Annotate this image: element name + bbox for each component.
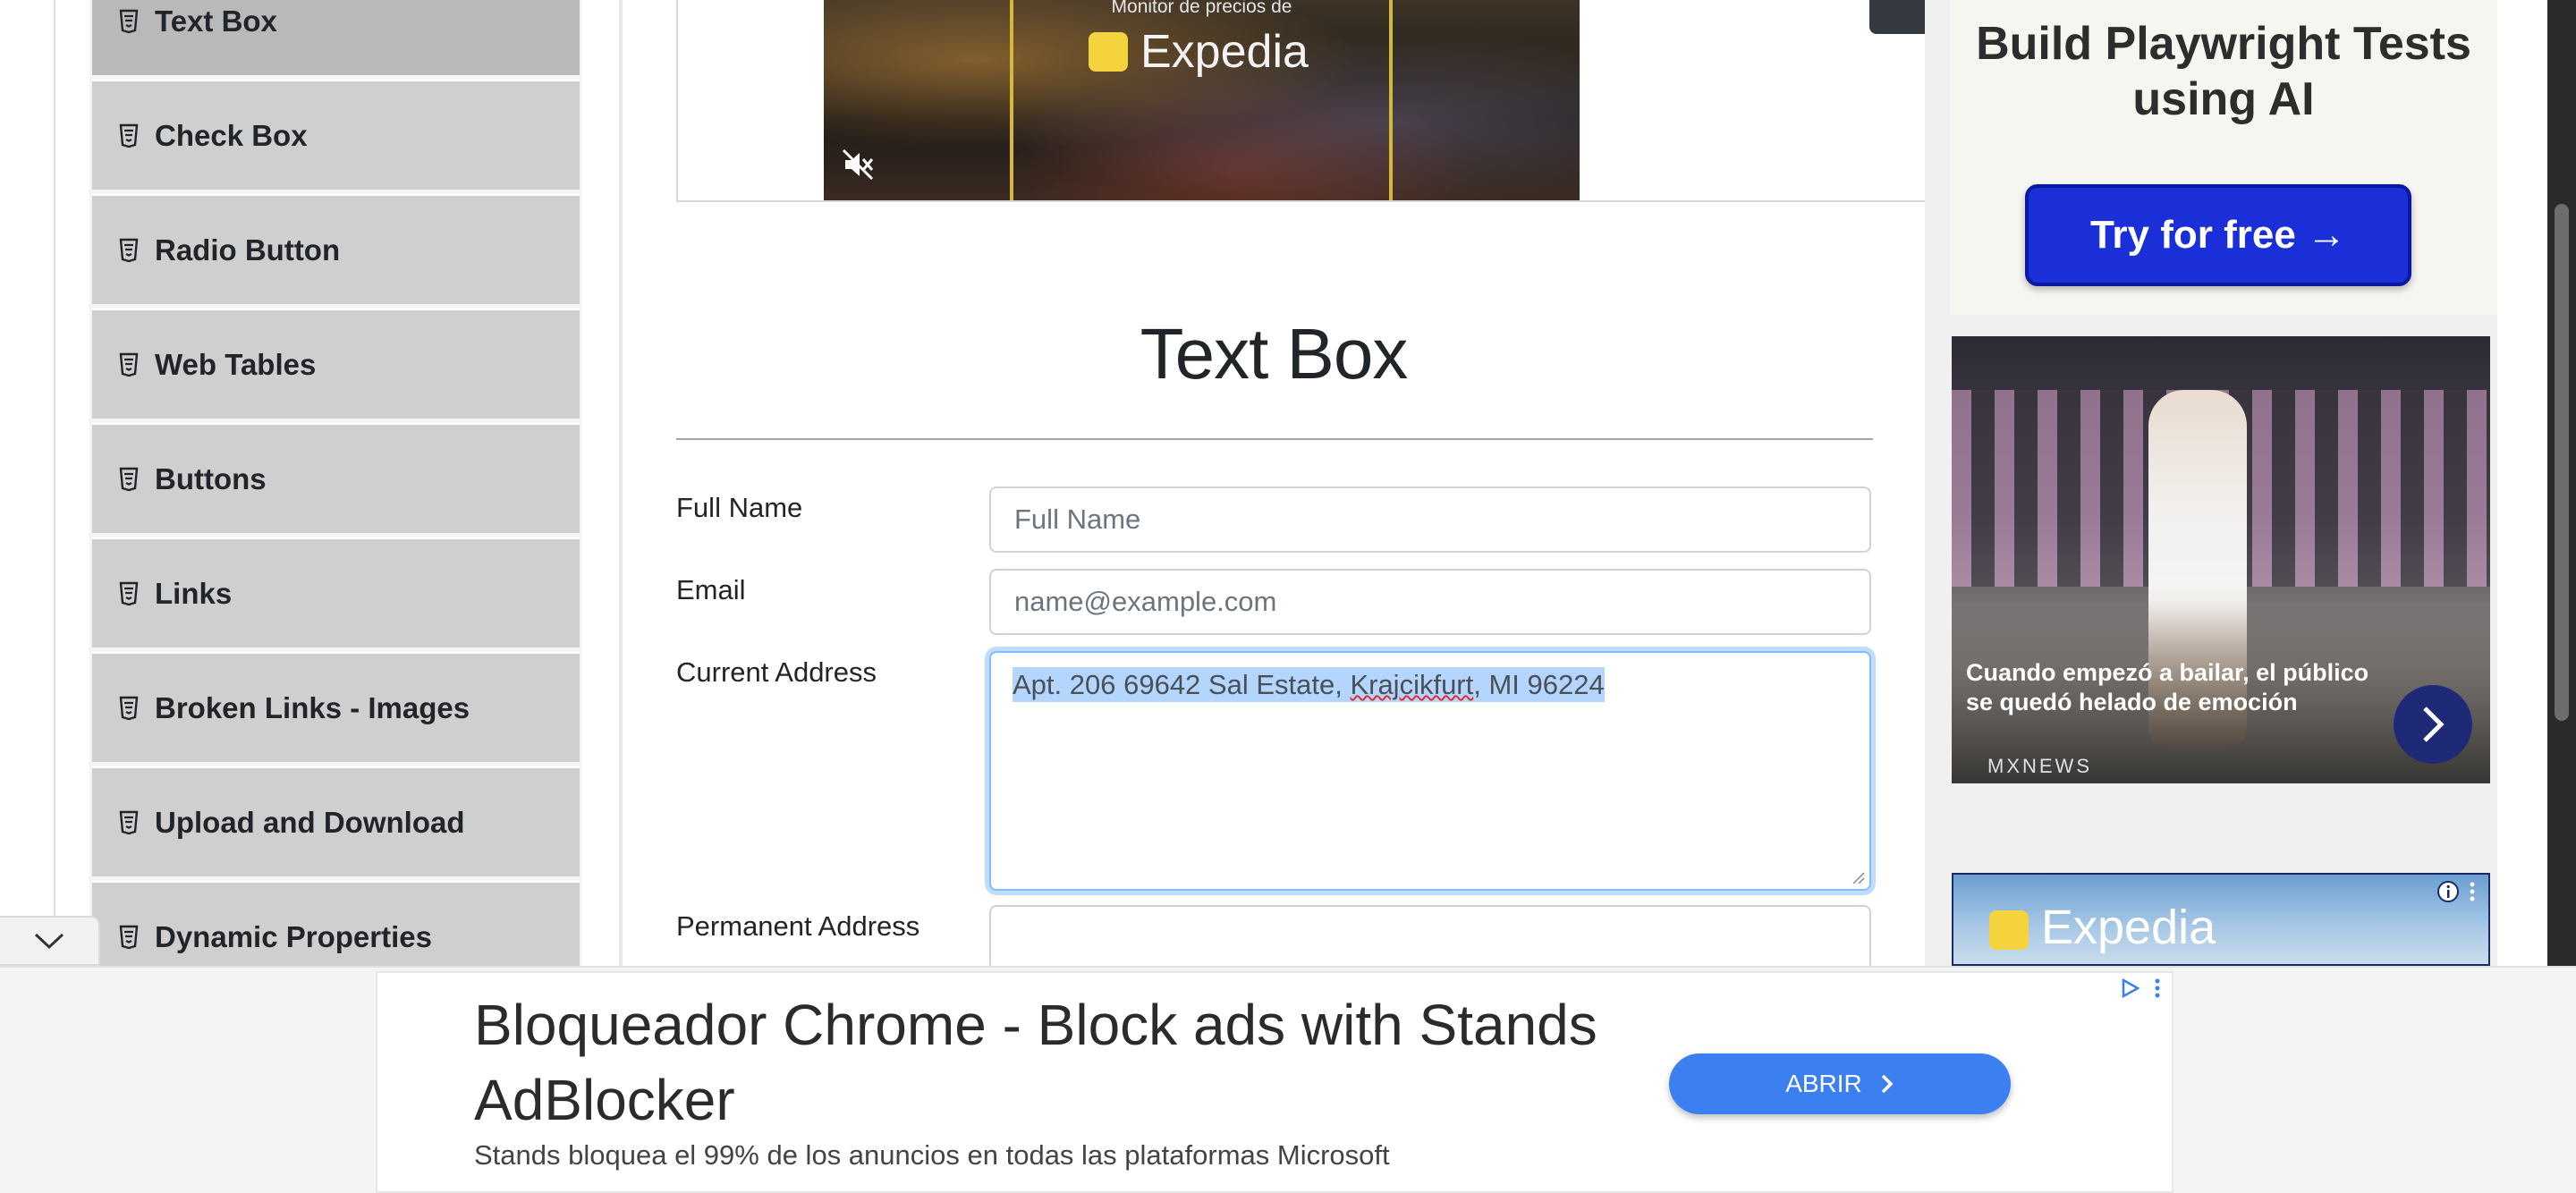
video-ad[interactable]: Monitor de precios de Expedia [824, 0, 1580, 200]
html5-file-icon [119, 467, 139, 491]
full-name-input[interactable]: Full Name [989, 487, 1871, 553]
current-address-textarea[interactable]: Apt. 206 69642 Sal Estate, Krajcikfurt, … [989, 651, 1871, 891]
expedia-logo-icon [1089, 32, 1128, 72]
sidebar-item-label: Buttons [155, 461, 267, 495]
sidebar-item-label: Text Box [155, 4, 277, 38]
sidebar-item-upload-and-download[interactable]: Upload and Download [92, 766, 580, 876]
news-ad-source: MXNEWS [1987, 755, 2092, 777]
abrir-button[interactable]: ABRIR [1669, 1053, 2011, 1114]
chevron-right-icon [1881, 1074, 1894, 1094]
dark-tab-edge [1869, 0, 1928, 34]
banner-subtext: Stands bloquea el 99% de los anuncios en… [474, 1139, 1390, 1171]
expedia-logo: Expedia [1089, 25, 1309, 79]
html5-file-icon [119, 696, 139, 720]
news-video-ad[interactable]: Cuando empezó a bailar, el público se qu… [1952, 336, 2490, 783]
sidebar-item-buttons[interactable]: Buttons [92, 422, 580, 533]
ad-choices-icon[interactable] [2118, 977, 2141, 1000]
html5-file-icon [119, 123, 139, 148]
full-name-label: Full Name [676, 492, 803, 523]
sidebar-item-text-box[interactable]: Text Box [92, 0, 580, 75]
expedia-ad-brand: Expedia [2041, 901, 2216, 954]
sidebar-item-radio-button[interactable]: Radio Button [92, 193, 580, 304]
sidebar-item-check-box[interactable]: Check Box [92, 79, 580, 190]
html5-file-icon [119, 581, 139, 605]
expedia-ad[interactable]: Expedia [1952, 873, 2490, 966]
permanent-address-textarea[interactable] [989, 905, 1871, 971]
info-icon[interactable] [2436, 880, 2460, 903]
current-address-label: Current Address [676, 656, 877, 688]
email-input[interactable]: name@example.com [989, 569, 1871, 635]
sidebar-item-label: Web Tables [155, 347, 317, 381]
expedia-logo-text: Expedia [1140, 26, 1309, 78]
ad-info-controls[interactable] [2436, 878, 2487, 905]
address-text-part1: Apt. 206 69642 Sal Estate, [1013, 669, 1351, 700]
sidebar-divider [619, 0, 623, 966]
html5-file-icon [119, 9, 139, 33]
adblocker-banner-ad[interactable]: Bloqueador Chrome - Block ads with Stand… [376, 971, 2174, 1193]
collapse-toggle[interactable] [0, 916, 100, 966]
html5-file-icon [119, 810, 139, 834]
muted-speaker-icon[interactable] [840, 147, 876, 182]
playwright-ad[interactable]: Build Playwright Tests using AI Try for … [1950, 0, 2497, 315]
video-frame-bar-right [1389, 0, 1393, 200]
ad-choices-controls[interactable] [2118, 973, 2161, 1003]
video-ad-top-text: Monitor de precios de [1111, 0, 1292, 17]
sidebar-item-label: Links [155, 576, 233, 610]
sidebar-item-label: Upload and Download [155, 805, 465, 839]
sidebar-item-broken-links-images[interactable]: Broken Links - Images [92, 651, 580, 762]
sidebar-item-label: Radio Button [155, 233, 341, 267]
expedia-logo-icon [1989, 910, 2029, 950]
abrir-button-label: ABRIR [1785, 1070, 1862, 1097]
sidebar-item-links[interactable]: Links [92, 537, 580, 647]
address-text-part2: , MI 96224 [1473, 669, 1605, 700]
sidebar-item-web-tables[interactable]: Web Tables [92, 308, 580, 419]
more-options-icon[interactable] [2154, 977, 2161, 1000]
permanent-address-label: Permanent Address [676, 910, 920, 942]
email-placeholder: name@example.com [1014, 586, 1277, 617]
sidebar-item-label: Dynamic Properties [155, 919, 432, 953]
news-ad-caption: Cuando empezó a bailar, el público se qu… [1966, 659, 2369, 715]
next-button[interactable] [2394, 685, 2472, 764]
selected-address-text: Apt. 206 69642 Sal Estate, Krajcikfurt, … [1013, 667, 1605, 702]
more-options-icon[interactable] [2469, 880, 2476, 903]
page-title: Text Box [1140, 314, 1409, 393]
try-for-free-button[interactable]: Try for free → [2025, 184, 2411, 286]
banner-headline: Bloqueador Chrome - Block ads with Stand… [474, 993, 1597, 1132]
email-label: Email [676, 574, 746, 605]
video-frame-bar-left [1010, 0, 1013, 200]
sidebar-item-label: Check Box [155, 118, 308, 152]
html5-file-icon [119, 238, 139, 262]
playwright-ad-title: Build Playwright Tests using AI [1976, 18, 2471, 125]
header-divider [676, 438, 1873, 440]
chevron-down-icon [34, 933, 64, 950]
full-name-placeholder: Full Name [1014, 503, 1141, 535]
html5-file-icon [119, 925, 139, 949]
chevron-right-icon [2423, 706, 2445, 742]
sidebar-item-label: Broken Links - Images [155, 690, 470, 724]
misspelled-word: Krajcikfurt [1350, 669, 1474, 700]
left-edge-rule [54, 0, 55, 966]
resize-grip-icon[interactable] [1852, 871, 1866, 885]
html5-file-icon [119, 352, 139, 377]
scrollbar-thumb[interactable] [2555, 204, 2569, 721]
